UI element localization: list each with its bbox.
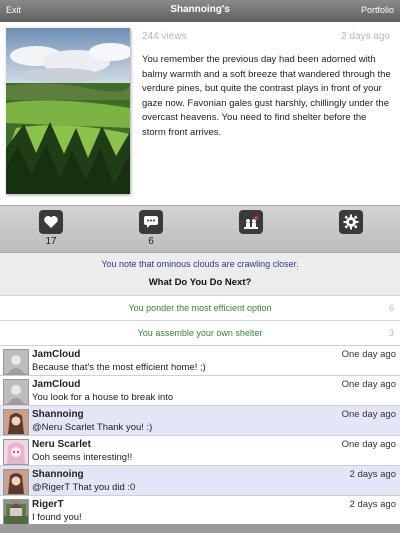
avatar[interactable] xyxy=(3,349,29,375)
comment-row[interactable]: Neru Scarlet One day ago Ooh seems inter… xyxy=(0,435,400,465)
choice-option[interactable]: You assemble your own shelter 3 xyxy=(0,320,400,345)
comment-text: You look for a house to break into xyxy=(32,392,174,403)
comment-username[interactable]: Shannoing xyxy=(32,469,84,480)
comment-username[interactable]: Neru Scarlet xyxy=(32,439,91,450)
audience-button[interactable] xyxy=(236,210,266,234)
choice-label: You ponder the most efficient option xyxy=(128,303,272,313)
comment-time: One day ago xyxy=(341,409,396,420)
comment-text: I found you! xyxy=(32,512,82,523)
choice-vote-count: 3 xyxy=(388,328,394,338)
choice-label: You assemble your own shelter xyxy=(137,328,263,338)
comment-row[interactable]: RigerT 2 days ago I found you! xyxy=(0,495,400,525)
avatar[interactable] xyxy=(3,499,29,525)
comment-username[interactable]: Shannoing xyxy=(32,409,84,420)
comment-count: 6 xyxy=(148,236,154,247)
avatar[interactable] xyxy=(3,409,29,435)
comment-time: One day ago xyxy=(341,379,396,390)
comments-button[interactable]: 6 xyxy=(136,210,166,247)
choice-question: What Do You Do Next? xyxy=(148,277,252,288)
top-bar: Exit Shannoing's Portfolio xyxy=(0,0,400,22)
like-count: 17 xyxy=(45,236,57,247)
page-title: Shannoing's xyxy=(170,4,230,15)
avatar[interactable] xyxy=(3,439,29,465)
comment-username[interactable]: JamCloud xyxy=(32,349,80,360)
comment-username[interactable]: RigerT xyxy=(32,499,64,510)
comment-time: 2 days ago xyxy=(349,499,396,510)
comment-text: @RigerT That you did :0 xyxy=(32,482,136,493)
like-button[interactable]: 17 xyxy=(36,210,66,247)
audience-icon xyxy=(239,210,263,234)
bottom-bar xyxy=(0,524,400,533)
avatar[interactable] xyxy=(3,379,29,405)
settings-button[interactable] xyxy=(336,210,366,234)
portfolio-button[interactable]: Portfolio xyxy=(361,5,394,15)
comment-time: 2 days ago xyxy=(349,469,396,480)
comment-time: One day ago xyxy=(341,439,396,450)
landscape-photo[interactable] xyxy=(6,28,130,194)
choice-vote-count: 6 xyxy=(388,303,394,313)
comment-text: Ooh seems interesting!! xyxy=(32,452,133,463)
choice-option[interactable]: You ponder the most efficient option 6 xyxy=(0,295,400,320)
story-text: You remember the previous day had been a… xyxy=(142,54,391,138)
view-count: 244 views xyxy=(142,31,187,42)
gear-icon xyxy=(339,210,363,234)
comment-row[interactable]: JamCloud One day ago Because that's the … xyxy=(0,345,400,375)
comment-list: JamCloud One day ago Because that's the … xyxy=(0,345,400,525)
comment-icon xyxy=(139,210,163,234)
comment-text: Because that's the most efficient home! … xyxy=(32,362,206,373)
heart-icon xyxy=(39,210,63,234)
comment-row[interactable]: JamCloud One day ago You look for a hous… xyxy=(0,375,400,405)
comment-username[interactable]: JamCloud xyxy=(32,379,80,390)
comment-text: @Neru Scarlet Thank you! :) xyxy=(32,422,153,433)
story-prompt: You note that ominous clouds are crawlin… xyxy=(0,253,400,295)
comment-row[interactable]: Shannoing 2 days ago @RigerT That you di… xyxy=(0,465,400,495)
post-timestamp: 2 days ago xyxy=(341,31,390,42)
story-note: You note that ominous clouds are crawlin… xyxy=(101,259,299,269)
comment-time: One day ago xyxy=(341,349,396,360)
comment-row[interactable]: Shannoing One day ago @Neru Scarlet Than… xyxy=(0,405,400,435)
action-bar: 17 6 xyxy=(0,205,400,253)
avatar[interactable] xyxy=(3,469,29,495)
